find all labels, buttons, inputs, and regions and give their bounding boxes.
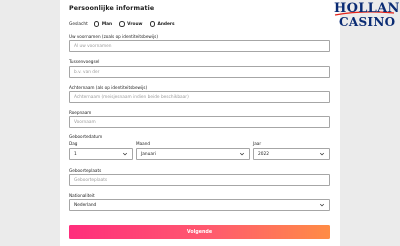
gender-option-man[interactable]: Man xyxy=(93,21,113,27)
gender-option-label: Man xyxy=(101,21,113,27)
nationality-select[interactable]: Nederland xyxy=(69,199,330,211)
surname-placeholder: Achternaam (meisjesnaam indien beide bes… xyxy=(74,94,189,100)
year-value: 2022 xyxy=(258,151,269,157)
chevron-down-icon xyxy=(319,203,325,207)
gender-option-vrouw[interactable]: Vrouw xyxy=(119,21,143,27)
surname-input[interactable]: Achternaam (meisjesnaam indien beide bes… xyxy=(69,91,330,103)
radio-man[interactable] xyxy=(93,21,100,27)
callname-placeholder: Voornaam xyxy=(74,119,96,125)
page: HOLLAND CASINO Persoonlijke informatie G… xyxy=(0,0,400,246)
birthplace-placeholder: Geboorteplaats xyxy=(74,177,108,183)
day-label: Dag xyxy=(69,141,78,146)
radio-vrouw[interactable] xyxy=(119,21,125,27)
gender-label: Geslacht xyxy=(69,21,88,27)
section-title: Persoonlijke informatie xyxy=(69,5,155,12)
logo-text-top: HOLLAND xyxy=(334,1,400,16)
surname-label: Achternaam (als op identiteitsbewijs) xyxy=(69,85,148,90)
nationality-value: Nederland xyxy=(74,202,97,208)
infix-placeholder: b.v. van der xyxy=(74,69,100,75)
birthplace-label: Geboorteplaats xyxy=(69,168,102,173)
first-names-label: Uw voornamen (zoals op identiteitsbewijs… xyxy=(69,34,158,39)
next-button[interactable]: Volgende xyxy=(69,225,330,239)
callname-label: Roepnaam xyxy=(69,110,92,115)
gender-group: Geslacht Man Vrouw Anders xyxy=(69,20,182,28)
gender-option-label: Vrouw xyxy=(127,21,143,27)
birthplace-input[interactable]: Geboorteplaats xyxy=(69,174,330,186)
chevron-down-icon xyxy=(122,152,128,156)
day-select[interactable]: 1 xyxy=(69,148,133,160)
month-label: Maand xyxy=(136,141,151,146)
gender-option-label: Anders xyxy=(157,21,175,27)
month-select[interactable]: Januari xyxy=(136,148,250,160)
nationality-label: Nationaliteit xyxy=(69,193,95,198)
gender-option-anders[interactable]: Anders xyxy=(149,21,175,27)
logo-text-bottom: CASINO xyxy=(339,15,396,29)
month-value: Januari xyxy=(141,151,156,157)
first-names-input[interactable]: Al uw voornamen xyxy=(69,40,330,52)
first-names-placeholder: Al uw voornamen xyxy=(74,43,112,49)
chevron-down-icon xyxy=(239,152,245,156)
birthdate-label: Geboortedatum xyxy=(69,134,103,139)
callname-input[interactable]: Voornaam xyxy=(69,116,330,128)
infix-label: Tussenvoegsel xyxy=(69,59,100,64)
radio-anders[interactable] xyxy=(149,21,155,27)
day-value: 1 xyxy=(74,151,77,157)
infix-input[interactable]: b.v. van der xyxy=(69,66,330,78)
year-select[interactable]: 2022 xyxy=(253,148,330,160)
holland-casino-logo: HOLLAND CASINO xyxy=(332,1,400,32)
chevron-down-icon xyxy=(319,152,325,156)
year-label: Jaar xyxy=(253,141,262,146)
next-button-label: Volgende xyxy=(186,229,213,235)
